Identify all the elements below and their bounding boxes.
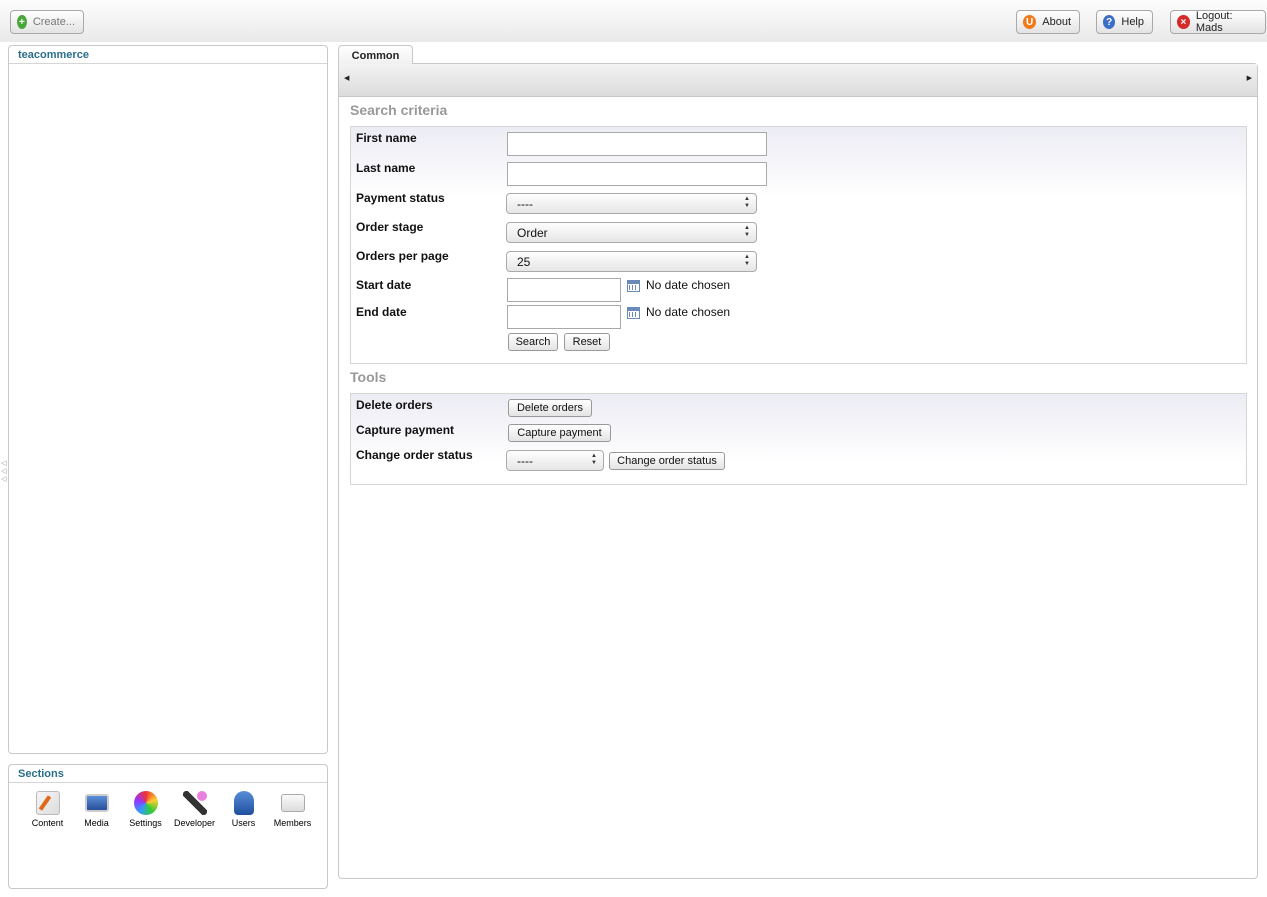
logout-button[interactable]: × Logout: Mads bbox=[1170, 10, 1266, 34]
scroll-left-icon[interactable]: ◀ bbox=[344, 74, 349, 82]
start-date-input[interactable] bbox=[507, 278, 621, 302]
section-settings[interactable]: Settings bbox=[121, 791, 170, 828]
tree-title[interactable]: teacommerce bbox=[9, 46, 327, 64]
users-icon bbox=[233, 791, 254, 815]
section-settings-label: Settings bbox=[129, 818, 162, 828]
last-name-input[interactable] bbox=[507, 162, 767, 186]
updown-icon: ▲ ▼ bbox=[744, 254, 750, 267]
orders-per-page-label: Orders per page bbox=[356, 249, 449, 263]
last-name-label: Last name bbox=[356, 161, 416, 175]
payment-status-label: Payment status bbox=[356, 191, 445, 205]
tab-common[interactable]: Common bbox=[338, 45, 413, 64]
end-date-input[interactable] bbox=[507, 305, 621, 329]
search-criteria-heading: Search criteria bbox=[350, 102, 448, 118]
calendar-icon[interactable] bbox=[627, 280, 640, 292]
section-developer-label: Developer bbox=[173, 818, 216, 828]
developer-icon bbox=[182, 791, 207, 815]
payment-status-value: ---- bbox=[517, 197, 533, 211]
create-button[interactable]: + Create... bbox=[10, 10, 84, 34]
members-icon bbox=[280, 794, 305, 812]
help-button-label: Help bbox=[1121, 16, 1144, 28]
first-name-label: First name bbox=[356, 131, 417, 145]
end-date-text: No date chosen bbox=[646, 305, 731, 319]
order-stage-value: Order bbox=[517, 226, 548, 240]
orders-per-page-select[interactable]: 25 ▲ ▼ bbox=[506, 251, 757, 272]
calendar-icon[interactable] bbox=[627, 307, 640, 319]
tools-box: Delete orders Delete orders Capture paym… bbox=[350, 393, 1247, 485]
content-icon bbox=[35, 791, 60, 815]
change-order-status-label: Change order status bbox=[356, 448, 473, 462]
help-button[interactable]: ? Help bbox=[1096, 10, 1153, 34]
tab-toolbar: ◀ ▶ bbox=[339, 64, 1257, 97]
main-panel: ◀ ▶ Search criteria First name Last name… bbox=[338, 63, 1258, 879]
sections-title: Sections bbox=[9, 765, 327, 783]
order-stage-label: Order stage bbox=[356, 220, 424, 234]
updown-icon: ▲ ▼ bbox=[591, 453, 597, 466]
section-content-label: Content bbox=[31, 818, 64, 828]
start-date-text: No date chosen bbox=[646, 278, 731, 292]
create-button-label: Create... bbox=[32, 16, 75, 28]
delete-orders-button[interactable]: Delete orders bbox=[508, 399, 592, 417]
search-button[interactable]: Search bbox=[508, 333, 558, 351]
scroll-right-icon[interactable]: ▶ bbox=[1247, 74, 1252, 82]
change-order-status-value: ---- bbox=[517, 454, 533, 468]
section-members-label: Members bbox=[273, 818, 312, 828]
top-toolbar: + Create... U About ? Help × Logout: Mad… bbox=[0, 0, 1267, 42]
settings-icon bbox=[133, 791, 158, 815]
about-button[interactable]: U About bbox=[1016, 10, 1080, 34]
delete-orders-label: Delete orders bbox=[356, 398, 433, 412]
section-users[interactable]: Users bbox=[219, 791, 268, 828]
tools-heading: Tools bbox=[350, 369, 387, 385]
section-media[interactable]: Media bbox=[72, 791, 121, 828]
media-icon bbox=[84, 794, 109, 812]
updown-icon: ▲ ▼ bbox=[744, 225, 750, 238]
section-developer[interactable]: Developer bbox=[170, 791, 219, 828]
section-content[interactable]: Content bbox=[23, 791, 72, 828]
end-date-label: End date bbox=[356, 305, 407, 319]
payment-status-select[interactable]: ---- ▲ ▼ bbox=[506, 193, 757, 214]
capture-payment-button[interactable]: Capture payment bbox=[508, 424, 611, 442]
about-icon: U bbox=[1023, 15, 1037, 29]
order-stage-select[interactable]: Order ▲ ▼ bbox=[506, 222, 757, 243]
about-button-label: About bbox=[1042, 16, 1071, 28]
close-icon: × bbox=[1177, 15, 1190, 29]
sections-list: Content Media Settings Developer Users M… bbox=[9, 783, 327, 828]
section-media-label: Media bbox=[84, 818, 109, 828]
reset-button[interactable]: Reset bbox=[564, 333, 610, 351]
updown-icon: ▲ ▼ bbox=[744, 196, 750, 209]
change-order-status-button[interactable]: Change order status bbox=[609, 452, 725, 470]
capture-payment-label: Capture payment bbox=[356, 423, 455, 437]
change-order-status-select[interactable]: ---- ▲ ▼ bbox=[506, 450, 604, 471]
panel-splitter[interactable]: ◁ ◁ ◁ bbox=[1, 460, 7, 488]
search-criteria-box: First name Last name Payment status ----… bbox=[350, 126, 1247, 364]
sections-panel: Sections Content Media Settings Develope… bbox=[8, 764, 328, 889]
section-members[interactable]: Members bbox=[268, 791, 317, 828]
first-name-input[interactable] bbox=[507, 132, 767, 156]
tree-panel: teacommerce bbox=[8, 45, 328, 754]
start-date-label: Start date bbox=[356, 278, 412, 292]
plus-icon: + bbox=[17, 15, 27, 29]
question-icon: ? bbox=[1103, 15, 1116, 29]
orders-per-page-value: 25 bbox=[517, 255, 531, 269]
logout-button-label: Logout: Mads bbox=[1195, 10, 1233, 34]
section-users-label: Users bbox=[231, 818, 256, 828]
